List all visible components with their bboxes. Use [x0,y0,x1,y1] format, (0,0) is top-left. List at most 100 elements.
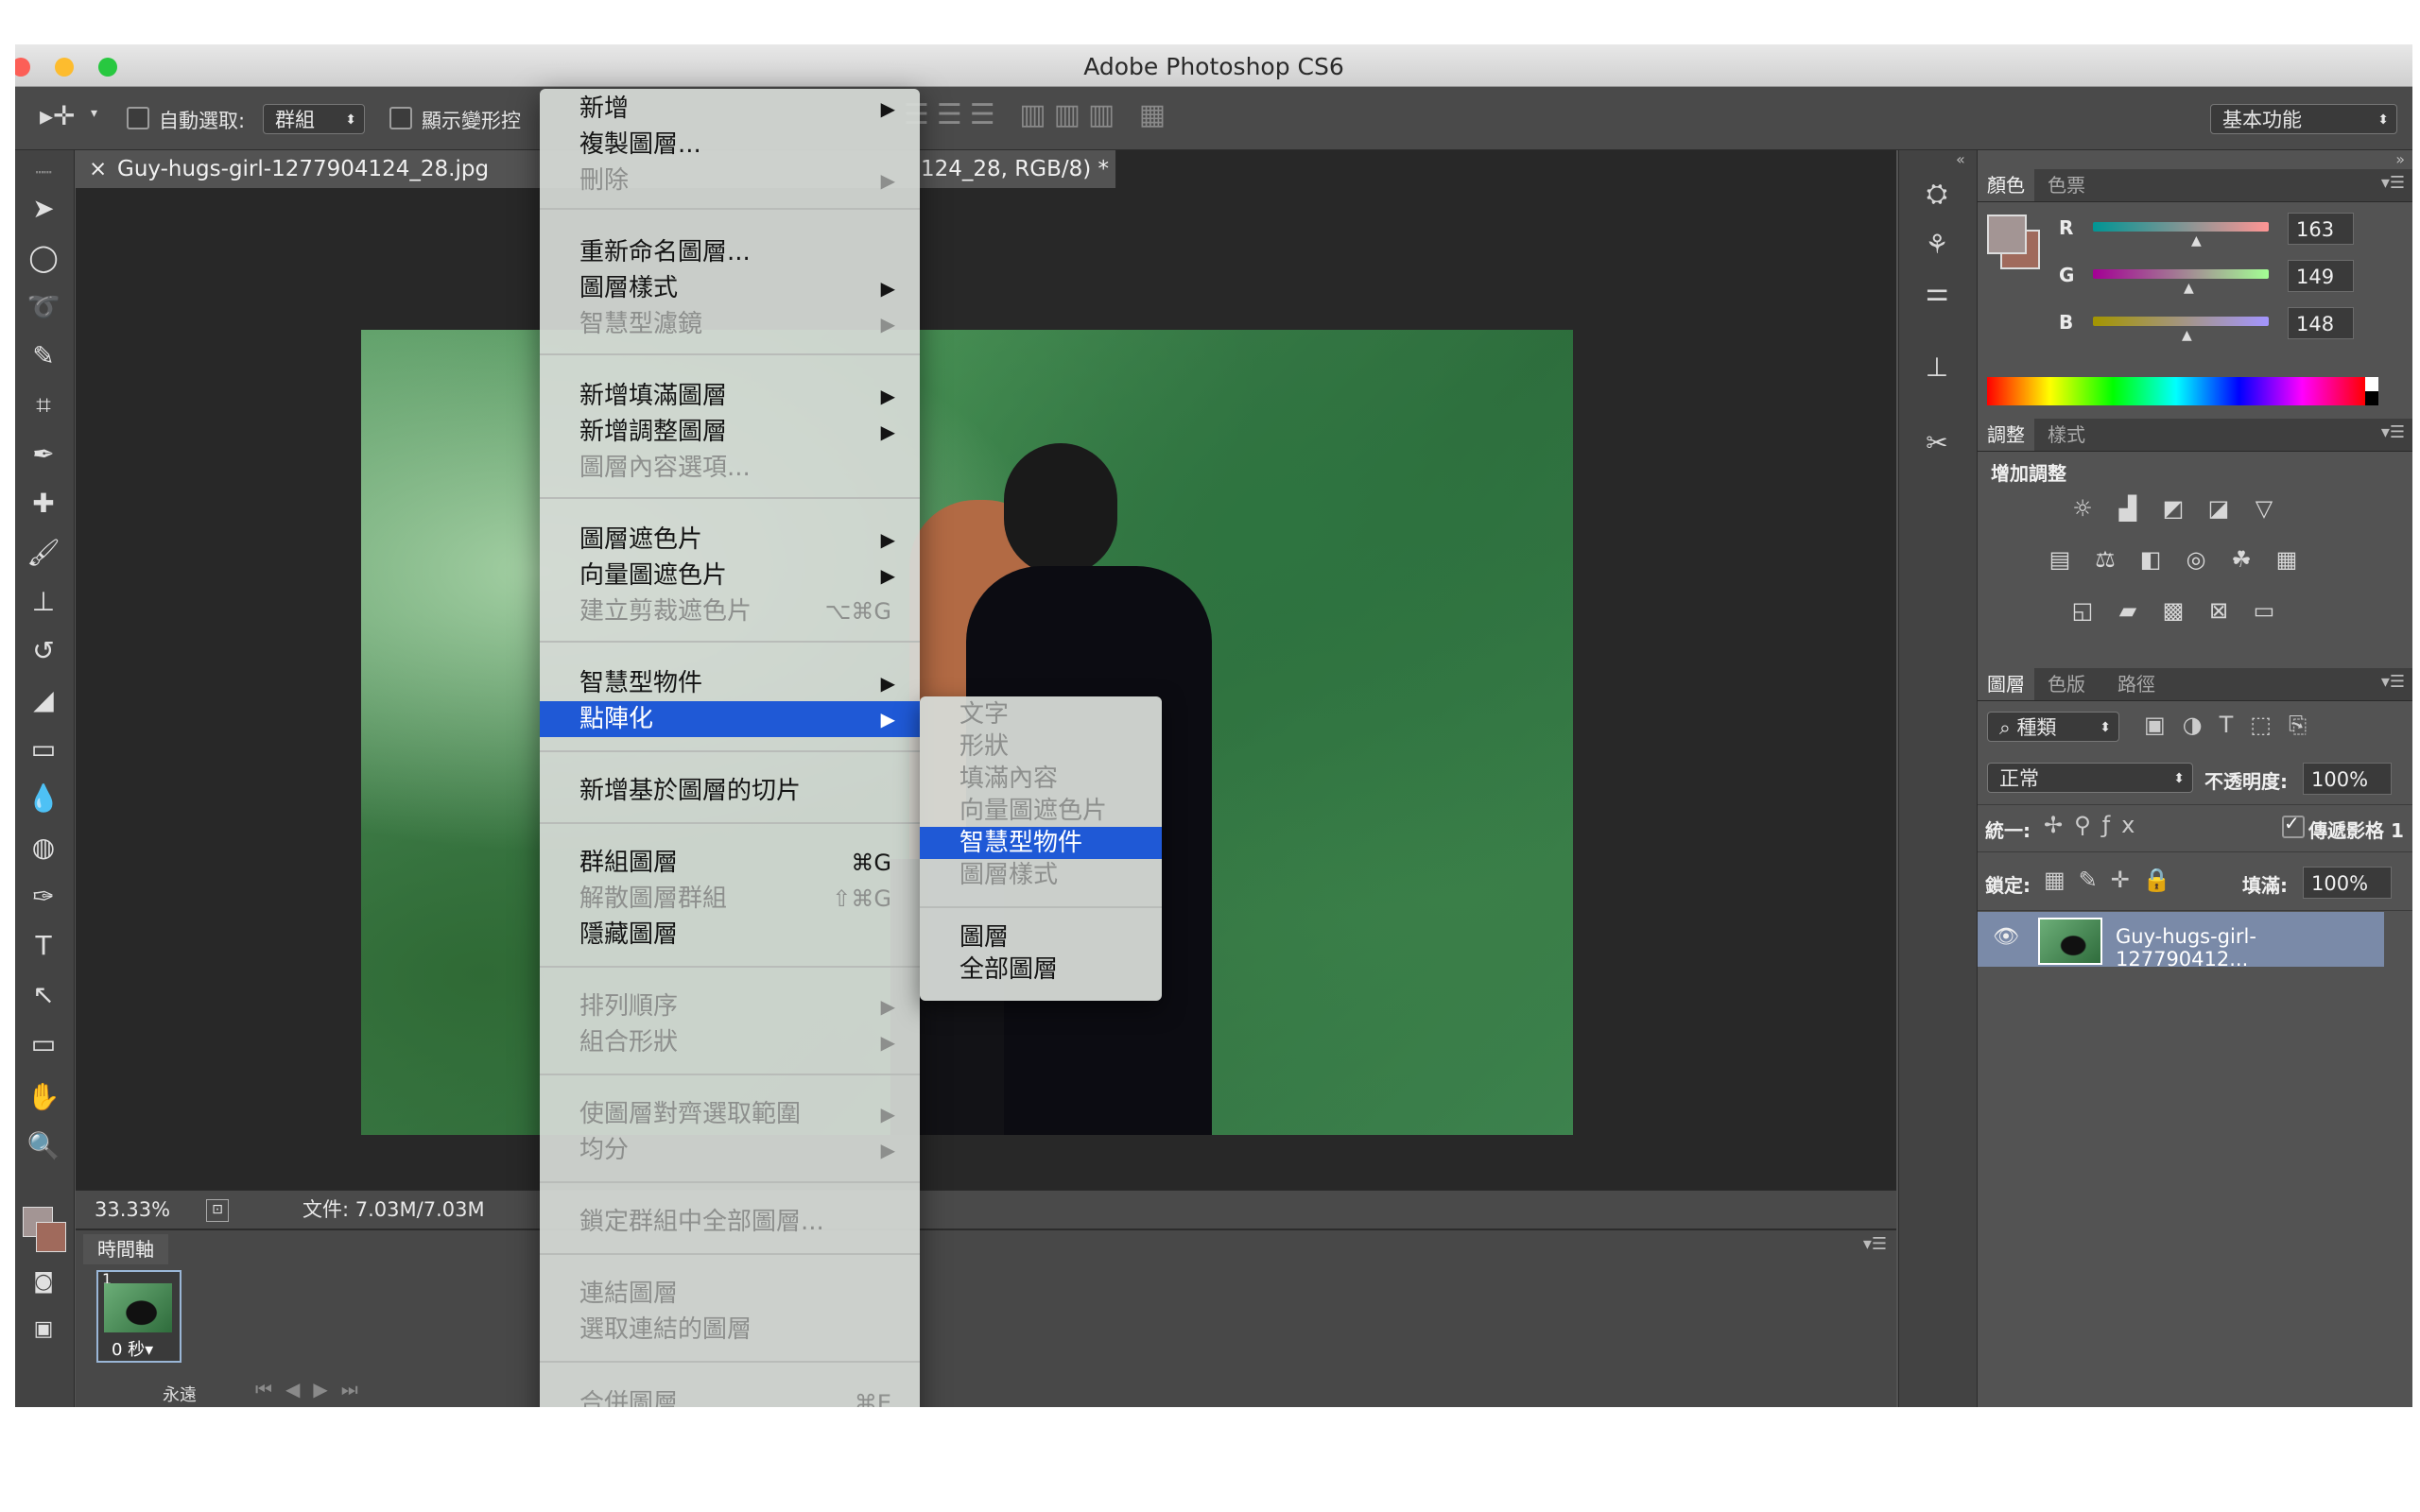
threshold-icon[interactable]: ▩ [2157,596,2189,625]
eyedropper-tool-icon[interactable]: ✒ [21,434,66,475]
align-distribute-icons[interactable]: ☰☰☰ ▥▥▥ ▦ [904,98,1173,131]
clone-source-icon[interactable]: ⊥ [1916,349,1958,387]
auto-select-checkbox[interactable] [127,107,149,129]
move-tool-icon[interactable]: ▸✛ [40,100,76,131]
frame-delay[interactable]: 0 秒▾ [112,1336,153,1361]
tab-styles[interactable]: 樣式 [2038,419,2095,451]
layer-filter-icons[interactable]: ▣◑T⬚⎘ [2144,712,2324,738]
clone-stamp-tool-icon[interactable]: ⊥ [21,581,66,623]
menu-item-layer-content-options[interactable]: 圖層內容選項... [540,450,920,486]
tab-color[interactable]: 顏色 [1978,169,2034,201]
tool-presets-icon[interactable]: ✂ [1916,424,1958,462]
tab-layers[interactable]: 圖層 [1978,668,2034,700]
menu-item-smart-object[interactable]: 智慧型物件 ▶ [540,665,920,701]
submenu-item-shape[interactable]: 形狀 [920,730,1162,763]
curves-icon[interactable]: ◩ [2157,494,2189,523]
vibrance-icon[interactable]: ▽ [2248,494,2280,523]
g-slider[interactable] [2093,269,2269,279]
b-slider[interactable] [2093,317,2269,326]
expand-panels-icon[interactable]: » [2395,150,2405,168]
color-balance-icon[interactable]: ⚖ [2089,545,2121,574]
tab-paths[interactable]: 路徑 [2108,668,2165,700]
rectangle-tool-icon[interactable]: ▭ [21,1023,66,1065]
menu-item-duplicate-layer[interactable]: 複製圖層... [540,127,920,163]
zoom-tool-icon[interactable]: 🔍 [21,1125,66,1167]
white-swatch[interactable] [2365,377,2378,391]
color-spectrum-bar[interactable] [1987,377,2365,405]
menu-item-layer-mask[interactable]: 圖層遮色片 ▶ [540,522,920,558]
g-slider-thumb[interactable]: ▲ [2184,281,2194,296]
menu-item-lock-all-layers-in-group[interactable]: 鎖定群組中全部圖層... [540,1204,920,1240]
menu-item-new-layer-based-slice[interactable]: 新增基於圖層的切片 [540,773,920,809]
brush-presets-icon[interactable]: ⚌ [1916,273,1958,311]
submenu-item-all-layers[interactable]: 全部圖層 [920,954,1162,986]
opacity-value[interactable]: 100% [2303,763,2392,795]
fill-value[interactable]: 100% [2303,867,2392,899]
status-info-icon[interactable]: ⊡ [206,1199,229,1222]
healing-brush-tool-icon[interactable]: ✚ [21,483,66,524]
brush-tool-icon[interactable]: 🖌 [21,532,66,574]
b-slider-thumb[interactable]: ▲ [2182,328,2192,343]
menu-item-group-layers[interactable]: 群組圖層 ⌘G [540,845,920,881]
menu-item-create-clipping-mask[interactable]: 建立剪裁遮色片 ⌥⌘G [540,593,920,629]
posterize-icon[interactable]: ▰ [2112,596,2144,625]
background-color-swatch[interactable] [36,1222,66,1252]
black-swatch[interactable] [2365,391,2378,405]
crop-tool-icon[interactable]: ⌗ [21,385,66,426]
blur-tool-icon[interactable]: 💧 [21,778,66,819]
menu-item-distribute[interactable]: 均分 ▶ [540,1132,920,1168]
panel-menu-icon[interactable]: ▾☰ [2381,422,2405,442]
auto-select-dropdown[interactable]: 群組 ⬍ [263,104,365,134]
layer-filter-dropdown[interactable]: ⌕ 種類 ⬍ [1987,712,2119,742]
menu-item-link-layers[interactable]: 連結圖層 [540,1276,920,1312]
hand-tool-icon[interactable]: ✋ [21,1076,66,1118]
zoom-level[interactable]: 33.33% [95,1191,170,1228]
quick-mask-icon[interactable]: ◙ [21,1262,66,1303]
brush-panel-icon[interactable]: ⚘ [1916,226,1958,264]
submenu-item-fill-content[interactable]: 填滿內容 [920,763,1162,795]
menu-item-ungroup-layers[interactable]: 解散圖層群組 ⇧⌘G [540,881,920,917]
menu-item-align-to-selection[interactable]: 使圖層對齊選取範圍 ▶ [540,1096,920,1132]
black-white-icon[interactable]: ◧ [2135,545,2167,574]
submenu-item-vector-mask[interactable]: 向量圖遮色片 [920,795,1162,827]
menu-item-merge-layers[interactable]: 合併圖層 ⌘E [540,1385,920,1407]
tool-preset-chevron-icon[interactable]: ▾ [91,106,97,121]
menu-item-new-adjustment-layer[interactable]: 新增調整圖層 ▶ [540,414,920,450]
foreground-color-swatch[interactable] [1987,215,2027,254]
g-value[interactable]: 149 [2288,260,2354,292]
dodge-tool-icon[interactable]: ◍ [21,827,66,868]
loop-option[interactable]: 永遠 [163,1382,197,1406]
menu-item-smart-filter[interactable]: 智慧型濾鏡 ▶ [540,306,920,342]
menu-item-rasterize[interactable]: 點陣化 ▶ [540,701,920,737]
submenu-item-type[interactable]: 文字 [920,698,1162,730]
menu-item-hide-layers[interactable]: 隱藏圖層 [540,917,920,953]
invert-icon[interactable]: ◱ [2066,596,2099,625]
history-panel-icon[interactable]: ⛭ [1916,175,1958,213]
menu-scroll-down-icon[interactable]: ▼ [716,1406,732,1407]
ellipse-marquee-tool-icon[interactable]: ◯ [21,237,66,279]
layer-name[interactable]: Guy-hugs-girl-127790412... [2116,925,2384,971]
menu-item-select-linked-layers[interactable]: 選取連結的圖層 [540,1312,920,1348]
type-tool-icon[interactable]: T [21,925,66,967]
menu-item-new-fill-layer[interactable]: 新增填滿圖層 ▶ [540,378,920,414]
hue-saturation-icon[interactable]: ▤ [2044,545,2076,574]
tab-swatches[interactable]: 色票 [2038,169,2095,201]
panel-menu-icon[interactable]: ▾☰ [2381,672,2405,692]
menu-item-layer-style[interactable]: 圖層樣式 ▶ [540,270,920,306]
blend-mode-dropdown[interactable]: 正常 ⬍ [1987,763,2193,793]
lasso-tool-icon[interactable]: ➰ [21,286,66,328]
menu-item-vector-mask[interactable]: 向量圖遮色片 ▶ [540,558,920,593]
screen-mode-icon[interactable]: ▣ [21,1309,66,1350]
tab-adjustments[interactable]: 調整 [1978,419,2034,451]
b-value[interactable]: 148 [2288,307,2354,339]
path-selection-tool-icon[interactable]: ↖ [21,974,66,1016]
gradient-tool-icon[interactable]: ▭ [21,729,66,770]
menu-item-combine-shapes[interactable]: 組合形狀 ▶ [540,1024,920,1060]
color-lookup-icon[interactable]: ▦ [2271,545,2303,574]
r-slider-thumb[interactable]: ▲ [2191,233,2202,249]
photo-filter-icon[interactable]: ◎ [2180,545,2212,574]
panel-menu-icon[interactable]: ▾☰ [2381,173,2405,193]
menu-item-delete[interactable]: 刪除 ▶ [540,163,920,198]
channel-mixer-icon[interactable]: ☘ [2225,545,2257,574]
submenu-item-smart-object[interactable]: 智慧型物件 [920,827,1162,859]
